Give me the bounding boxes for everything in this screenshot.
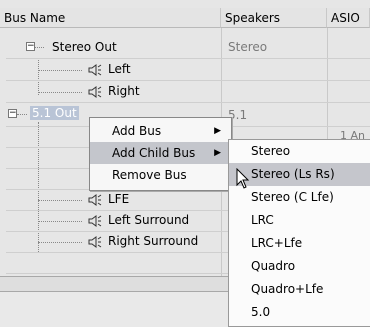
column-header-bus-name[interactable]: Bus Name <box>0 8 221 28</box>
channel-name: Left Surround <box>108 213 190 227</box>
menu-item-label: Quadro <box>251 259 296 273</box>
menu-item-remove-bus[interactable]: Remove Bus <box>90 164 231 186</box>
submenu-item-stereo-ls-rs[interactable]: Stereo (Ls Rs) <box>229 163 370 186</box>
channel-name: Right Surround <box>108 234 199 248</box>
header-label: ASIO <box>331 11 360 25</box>
arrow-cursor-icon <box>236 168 250 189</box>
speaker-icon <box>88 215 102 227</box>
bus-name: Stereo Out <box>52 40 117 54</box>
column-header-asio[interactable]: ASIO <box>327 8 370 28</box>
table-row[interactable]: Left <box>6 60 370 81</box>
channel-name: Left <box>108 62 131 76</box>
submenu-item-stereo-c-lfe[interactable]: Stereo (C Lfe) <box>229 186 370 209</box>
tree-connector <box>35 47 44 48</box>
channel-name: LFE <box>108 192 130 206</box>
triangle-right-icon: ▶ <box>214 148 221 158</box>
menu-item-label: Stereo (C Lfe) <box>251 190 334 204</box>
collapse-icon[interactable]: − <box>26 42 35 51</box>
submenu-item-lrc-lfe[interactable]: LRC+Lfe <box>229 232 370 255</box>
bus-name-selected: 5.1 Out <box>30 106 79 120</box>
menu-item-label: Add Child Bus <box>112 146 196 160</box>
menu-item-label: Stereo <box>251 144 291 158</box>
tree-connector <box>38 200 82 201</box>
submenu-item-5-0[interactable]: 5.0 <box>229 301 370 324</box>
menu-item-label: LRC+Lfe <box>251 236 303 250</box>
speaker-icon <box>88 194 102 206</box>
collapse-icon[interactable]: − <box>8 109 17 118</box>
table-row[interactable]: − Stereo Out Stereo <box>6 38 370 59</box>
tree-connector <box>38 92 82 93</box>
submenu-item-lrc[interactable]: LRC <box>229 209 370 232</box>
menu-item-label: Remove Bus <box>112 168 187 182</box>
channel-name: Right <box>108 84 140 98</box>
menu-item-add-child-bus[interactable]: Add Child Bus ▶ <box>90 142 231 164</box>
menu-item-label: Add Bus <box>112 124 162 138</box>
submenu-item-quadro[interactable]: Quadro <box>229 255 370 278</box>
table-row[interactable]: Right <box>6 82 370 103</box>
header-label: Speakers <box>225 11 281 25</box>
tree-connector <box>38 70 82 71</box>
tree-connector <box>17 114 27 115</box>
menu-item-label: Quadro+Lfe <box>251 282 324 296</box>
menu-item-label: 5.0 <box>251 305 271 319</box>
header-label: Bus Name <box>4 11 66 25</box>
menu-item-label: Stereo (Ls Rs) <box>251 167 335 181</box>
menu-item-add-bus[interactable]: Add Bus ▶ <box>90 120 231 142</box>
context-menu: Add Bus ▶ Add Child Bus ▶ Remove Bus <box>89 117 232 191</box>
triangle-right-icon: ▶ <box>214 126 221 136</box>
speaker-icon <box>88 236 102 248</box>
submenu-item-quadro-lfe[interactable]: Quadro+Lfe <box>229 278 370 301</box>
speaker-config: Stereo <box>228 40 268 54</box>
speaker-icon <box>88 64 102 76</box>
speaker-icon <box>88 86 102 98</box>
menu-item-label: LRC <box>251 213 274 227</box>
tree-connector <box>38 242 82 243</box>
tree-connector <box>38 221 82 222</box>
submenu-item-stereo[interactable]: Stereo <box>229 140 370 163</box>
column-header-speakers[interactable]: Speakers <box>221 8 327 28</box>
